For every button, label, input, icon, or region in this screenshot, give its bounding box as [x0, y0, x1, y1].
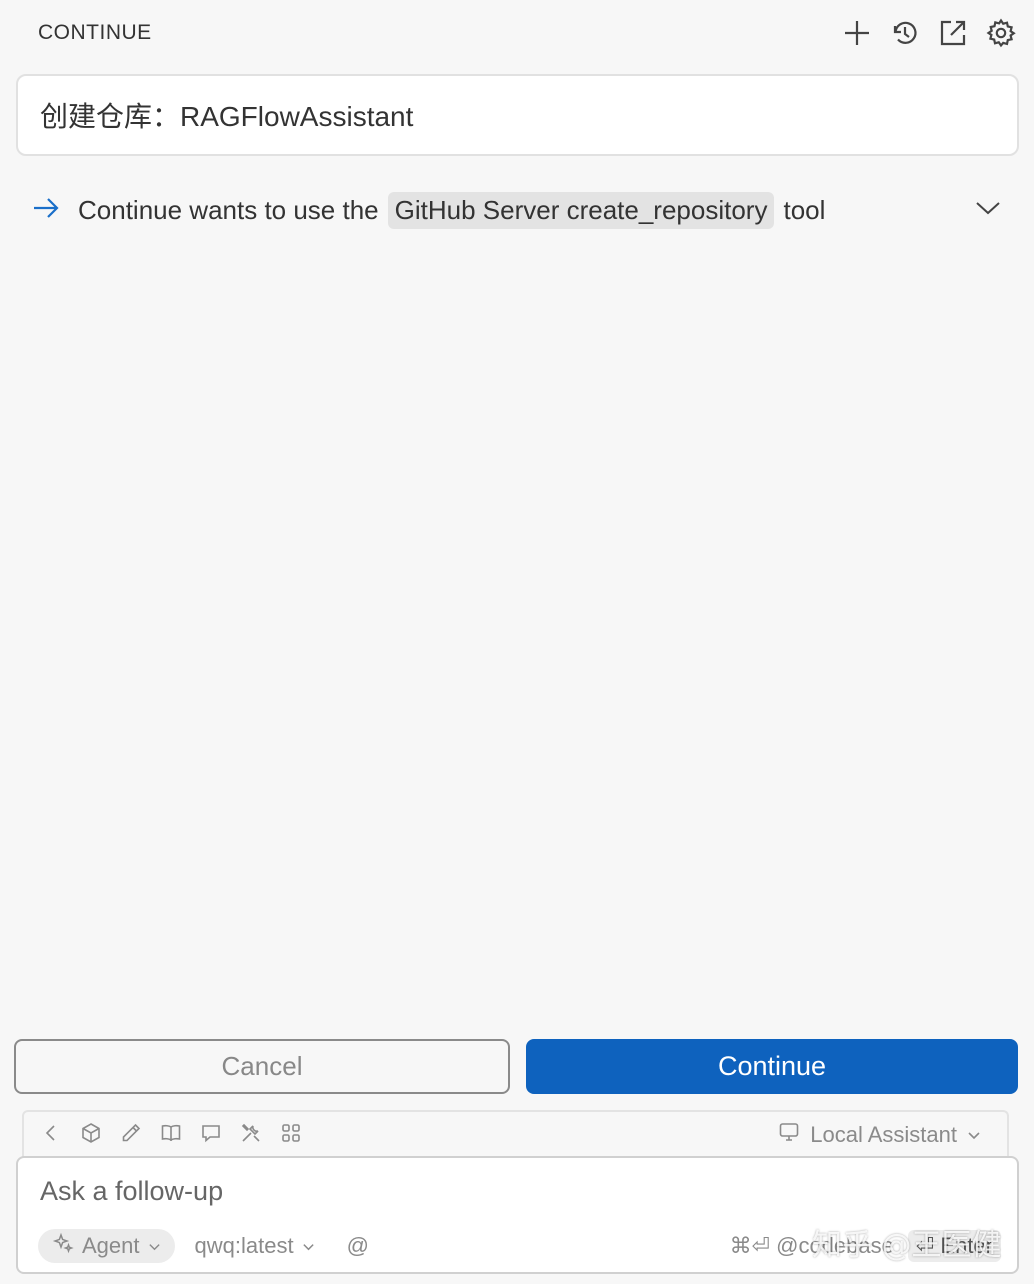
pencil-icon[interactable] [120, 1122, 142, 1149]
mode-label: Agent [82, 1233, 140, 1258]
cube-icon[interactable] [80, 1122, 102, 1149]
enter-button[interactable]: ⏎ Enter [907, 1230, 1001, 1262]
user-message-text: 创建仓库：RAGFlowAssistant [40, 101, 414, 132]
toolbar-icons [40, 1122, 302, 1149]
monitor-icon [778, 1121, 800, 1149]
tool-call-row: Continue wants to use the GitHub Server … [32, 186, 1002, 234]
tools-icon[interactable] [240, 1122, 262, 1149]
cancel-button[interactable]: Cancel [14, 1039, 510, 1094]
panel-title: CONTINUE [38, 21, 152, 44]
chat-icon[interactable] [200, 1122, 222, 1149]
chat-input-box[interactable]: Ask a follow-up Agent qwq:latest @ ⌘⏎ @c… [16, 1156, 1019, 1274]
user-message[interactable]: 创建仓库：RAGFlowAssistant [16, 74, 1019, 156]
history-icon[interactable] [890, 18, 920, 48]
grid-icon[interactable] [280, 1122, 302, 1149]
codebase-shortcut[interactable]: ⌘⏎ @codebase [730, 1233, 894, 1259]
chevron-down-icon [967, 1122, 981, 1148]
model-label: qwq:latest [194, 1233, 294, 1258]
arrow-right-icon [32, 194, 60, 227]
sparkle-icon [52, 1232, 74, 1260]
plus-icon[interactable] [842, 18, 872, 48]
chevron-down-icon [302, 1233, 315, 1259]
mode-selector[interactable]: Agent [38, 1229, 175, 1263]
book-icon[interactable] [160, 1122, 182, 1149]
assistant-label: Local Assistant [810, 1122, 957, 1147]
tool-call-suffix: tool [783, 194, 826, 225]
chevron-down-icon[interactable] [974, 194, 1002, 227]
tool-call-prefix: Continue wants to use the [78, 194, 379, 225]
chevron-down-icon [148, 1233, 161, 1259]
continue-button[interactable]: Continue [526, 1039, 1018, 1094]
header-actions [842, 18, 1016, 48]
tool-name-chip: GitHub Server create_repository [387, 191, 775, 229]
open-external-icon[interactable] [938, 18, 968, 48]
assistant-selector[interactable]: Local Assistant [778, 1121, 981, 1149]
back-icon[interactable] [40, 1122, 62, 1149]
tool-call-text: Continue wants to use the GitHub Server … [78, 191, 826, 229]
input-shortcuts: ⌘⏎ @codebase ⏎ Enter [730, 1230, 1001, 1262]
chat-input-placeholder[interactable]: Ask a follow-up [40, 1176, 223, 1207]
gear-icon[interactable] [986, 18, 1016, 48]
panel-header: CONTINUE [0, 0, 1034, 66]
input-toolbar: Local Assistant [22, 1110, 1009, 1158]
mention-button[interactable]: @ [347, 1233, 369, 1259]
input-controls: Agent qwq:latest @ ⌘⏎ @codebase ⏎ Enter [38, 1228, 1001, 1264]
model-selector[interactable]: qwq:latest [195, 1233, 315, 1259]
